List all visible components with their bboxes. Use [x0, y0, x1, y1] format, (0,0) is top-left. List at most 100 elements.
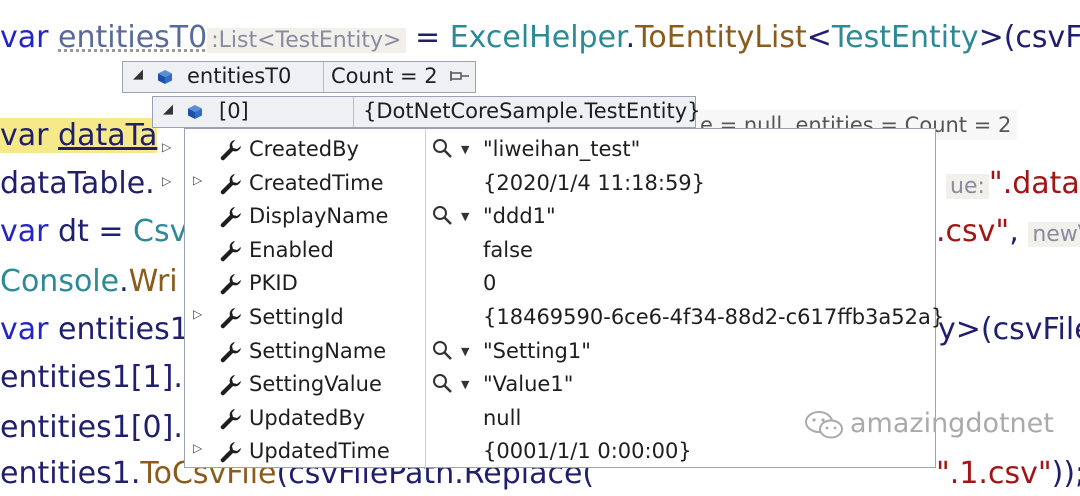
- code-line-8: entities1[0].S: [0, 406, 202, 450]
- code-line-2: var dataTa: [0, 114, 158, 158]
- code-line-6: var entities1: [0, 308, 189, 352]
- expand-arrow-icon[interactable]: ▷: [162, 174, 171, 188]
- property-name: SettingId: [249, 305, 344, 329]
- property-name: Enabled: [249, 237, 334, 262]
- expand-arrow-icon[interactable]: ▷: [193, 307, 202, 321]
- magnifier-icon[interactable]: [431, 137, 453, 159]
- code-text: entities1.: [0, 456, 141, 491]
- code-line-1: var entitiesT0:List<TestEntity> = ExcelH…: [0, 16, 1080, 60]
- code-rest: >(csvF: [978, 20, 1080, 55]
- property-name: UpdatedBy: [249, 405, 366, 430]
- property-value: null: [483, 405, 522, 430]
- datatip-item-value: {DotNetCoreSample.TestEntity}: [363, 99, 701, 123]
- expand-arrow-icon[interactable]: ▷: [193, 441, 202, 455]
- magnifier-icon[interactable]: [431, 339, 453, 361]
- comma: ,: [1009, 214, 1019, 249]
- wrench-icon: [220, 140, 241, 161]
- property-value: "liweihan_test": [483, 137, 641, 161]
- cube-icon: [188, 105, 202, 119]
- collapse-arrow-icon[interactable]: ◢: [133, 67, 143, 82]
- dropdown-arrow-icon[interactable]: ▼: [461, 143, 469, 156]
- property-row[interactable]: SettingValue ▼ "Value1": [185, 368, 935, 402]
- wrench-icon: [220, 207, 241, 228]
- property-value: {18469590-6ce6-4f34-88d2-c617ffb3a52a}: [483, 305, 945, 329]
- wrench-icon: [220, 274, 241, 295]
- watermark-text: amazingdotnet: [850, 408, 1054, 439]
- operator: =: [405, 20, 450, 55]
- property-row[interactable]: ▷ SettingId {18469590-6ce6-4f34-88d2-c617f…: [185, 301, 944, 335]
- code-text: dataTable.: [0, 166, 155, 201]
- wrench-icon: [220, 341, 241, 362]
- property-value: "Setting1": [483, 338, 591, 363]
- code-line-7: entities1[1].D: [0, 356, 206, 400]
- dropdown-arrow-icon[interactable]: ▼: [461, 210, 469, 223]
- string-literal: .csv": [936, 214, 1010, 249]
- property-row[interactable]: Enabled false: [185, 234, 935, 268]
- dropdown-arrow-icon[interactable]: ▼: [461, 345, 469, 358]
- string-literal: ".datata: [988, 166, 1080, 201]
- collapse-arrow-icon[interactable]: ◢: [163, 102, 173, 117]
- wrench-icon: [220, 442, 241, 463]
- datatip-item-row[interactable]: ◢ [0] {DotNetCoreSample.TestEntity}: [152, 96, 701, 128]
- property-row[interactable]: PKID 0: [185, 267, 935, 301]
- keyword-var: var: [0, 118, 49, 153]
- class-name: Csv: [133, 214, 188, 249]
- dropdown-arrow-icon[interactable]: ▼: [461, 378, 469, 391]
- param-hint: ue:: [946, 174, 989, 199]
- wrench-icon: [220, 308, 241, 329]
- property-value: 0: [483, 271, 497, 296]
- expand-arrow-icon[interactable]: ▷: [193, 173, 202, 187]
- code-line-9-tail: ".1.csv"));: [936, 452, 1080, 496]
- keyword-var: var: [0, 214, 49, 249]
- property-row[interactable]: DisplayName ▼ "ddd1": [185, 200, 935, 234]
- code-text: dt =: [48, 214, 134, 249]
- wrench-icon: [220, 375, 241, 396]
- magnifier-icon[interactable]: [431, 204, 453, 226]
- variable-entities1: entities1: [48, 312, 189, 347]
- property-row[interactable]: ▷ CreatedTime {2020/1/4 11:18:59}: [185, 167, 935, 201]
- property-name: SettingValue: [249, 372, 382, 397]
- datatip-root-name: entitiesT0: [187, 64, 292, 88]
- code-text: entities1[1].D: [0, 360, 206, 395]
- code-text: ));: [1051, 456, 1080, 491]
- variable-entitiesT0[interactable]: entitiesT0: [58, 20, 207, 55]
- code-line-4-tail: .csv", newV: [936, 210, 1080, 254]
- param-hint: newV: [1028, 222, 1080, 247]
- property-name: DisplayName: [249, 204, 389, 229]
- property-value: {2020/1/4 11:18:59}: [483, 170, 706, 195]
- angle: <: [806, 20, 832, 55]
- class-name: ExcelHelper: [449, 20, 626, 55]
- code-line-5: Console.Wri: [0, 260, 178, 304]
- method-name: ToEntityList: [635, 20, 807, 55]
- variable-dataTable[interactable]: dataTa: [58, 118, 157, 153]
- dot: .: [625, 20, 636, 55]
- magnifier-icon[interactable]: [431, 372, 453, 394]
- datatip-root-row[interactable]: ◢ entitiesT0 Count = 2: [122, 61, 476, 93]
- class-name: Console: [0, 264, 120, 299]
- wrench-icon: [220, 408, 241, 430]
- wrench-icon: [220, 173, 241, 194]
- property-name: CreatedBy: [249, 137, 359, 161]
- keyword-var: var: [0, 312, 49, 347]
- property-row[interactable]: CreatedBy ▼ "liweihan_test": [185, 133, 935, 167]
- dot: .: [119, 264, 129, 299]
- column-divider: [353, 97, 354, 127]
- keyword-var: var: [0, 20, 49, 55]
- datatip-root-value: Count = 2: [331, 64, 438, 88]
- pin-icon[interactable]: [449, 69, 471, 83]
- property-name: UpdatedTime: [249, 439, 390, 464]
- code-text: y>(csvFileP: [938, 312, 1080, 347]
- wrench-icon: [220, 240, 241, 262]
- datatip-item-name: [0]: [219, 99, 249, 123]
- property-name: CreatedTime: [249, 170, 384, 195]
- watermark: amazingdotnet: [804, 408, 1054, 441]
- column-divider: [323, 62, 324, 92]
- wechat-icon: [805, 410, 843, 438]
- property-row[interactable]: SettingName ▼ "Setting1": [185, 335, 935, 369]
- method-name: Wri: [128, 264, 178, 299]
- property-value: "ddd1": [483, 204, 556, 229]
- property-value: {0001/1/1 0:00:00}: [483, 439, 692, 464]
- property-name: PKID: [249, 271, 298, 296]
- expand-arrow-icon[interactable]: ▷: [162, 140, 171, 154]
- property-value: false: [483, 237, 533, 262]
